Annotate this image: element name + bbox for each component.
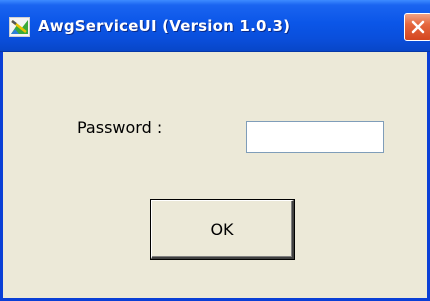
password-field[interactable]	[246, 121, 384, 153]
app-icon	[9, 17, 30, 37]
close-icon	[411, 20, 425, 34]
ok-button[interactable]: OK	[151, 200, 294, 259]
password-label: Password :	[77, 118, 163, 137]
close-button[interactable]	[404, 13, 430, 41]
window-title: AwgServiceUI (Version 1.0.3)	[38, 17, 291, 35]
title-bar[interactable]: AwgServiceUI (Version 1.0.3)	[0, 0, 430, 52]
dialog-body: Password : OK	[3, 52, 427, 298]
login-dialog: AwgServiceUI (Version 1.0.3) Password : …	[0, 0, 430, 301]
